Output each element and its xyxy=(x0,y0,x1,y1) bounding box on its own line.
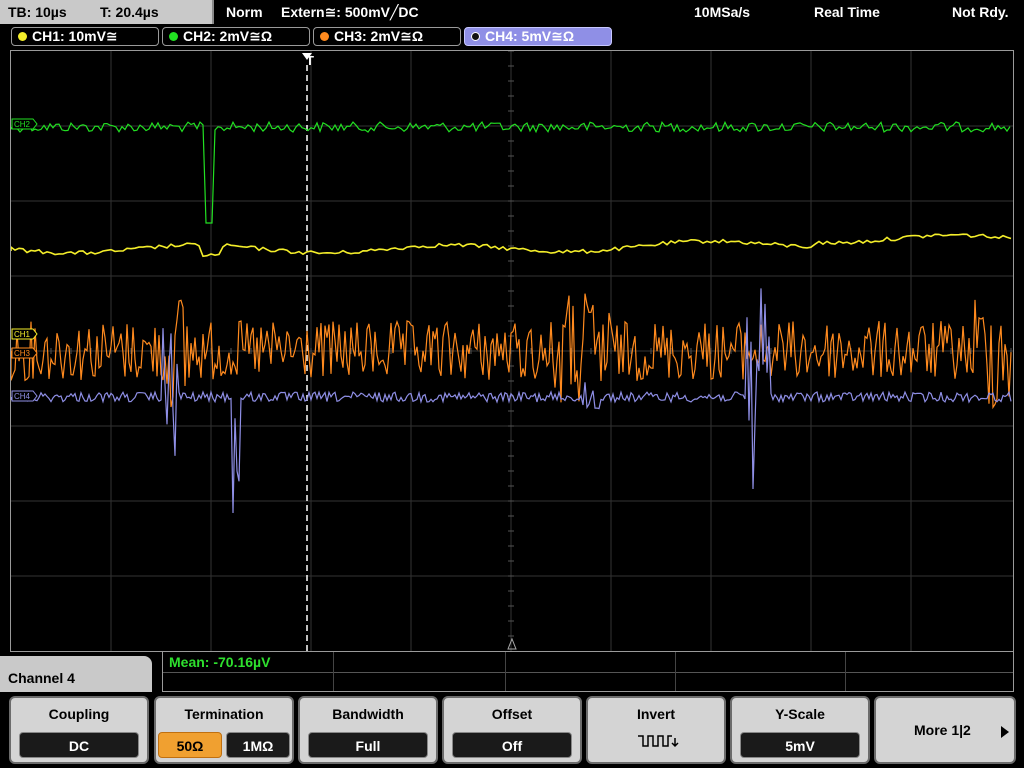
termination-softkey[interactable]: Termination 50Ω 1MΩ xyxy=(154,696,294,764)
trigger-status: Not Rdy. xyxy=(952,4,1009,20)
ch1-ground-marker[interactable]: CH1 xyxy=(11,328,38,340)
timebase-panel[interactable]: TB: 10µs T: 20.4µs xyxy=(0,0,214,24)
channel-4-label[interactable]: CH4: 5mV≅Ω xyxy=(464,27,612,46)
ch3-label-text: CH3: 2mV≅Ω xyxy=(334,28,424,44)
channel-1-label[interactable]: CH1: 10mV≅ xyxy=(11,27,159,46)
channel-2-label[interactable]: CH2: 2mV≅Ω xyxy=(162,27,310,46)
offset-label: Offset xyxy=(491,706,533,722)
graticule xyxy=(11,51,1013,651)
svg-text:CH4: CH4 xyxy=(14,392,31,401)
y-scale-softkey[interactable]: Y-Scale 5mV xyxy=(730,696,870,764)
more-softkey[interactable]: More 1|2 xyxy=(874,696,1016,764)
ch4-color-dot xyxy=(471,32,480,41)
y-scale-label: Y-Scale xyxy=(775,706,825,722)
y-scale-value: 5mV xyxy=(740,732,860,758)
invert-softkey[interactable]: Invert xyxy=(586,696,726,764)
svg-text:CH3: CH3 xyxy=(14,349,31,358)
ch4-ground-marker[interactable]: CH4 xyxy=(11,390,38,402)
waveform-display[interactable]: CH2 CH1 CH3 CH4 T xyxy=(10,50,1014,652)
ch3-color-dot xyxy=(320,32,329,41)
sample-rate: 10MSa/s xyxy=(694,4,751,20)
channel-bar: CH1: 10mV≅ CH2: 2mV≅Ω CH3: 2mV≅Ω CH4: 5m… xyxy=(0,26,1024,48)
trigger-position-marker[interactable]: T xyxy=(303,53,317,68)
offset-softkey[interactable]: Offset Off xyxy=(442,696,582,764)
bandwidth-softkey[interactable]: Bandwidth Full xyxy=(298,696,438,764)
ch2-label-text: CH2: 2mV≅Ω xyxy=(183,28,273,44)
offset-value: Off xyxy=(452,732,572,758)
acquisition-mode: Real Time xyxy=(814,4,880,20)
ch2-ground-marker[interactable]: CH2 xyxy=(11,118,38,130)
termination-1m-ohm-option[interactable]: 1MΩ xyxy=(226,732,290,758)
ch1-color-dot xyxy=(18,32,27,41)
measurement-divider xyxy=(163,672,1013,673)
bandwidth-label: Bandwidth xyxy=(332,706,404,722)
timebase-readout: TB: 10µs xyxy=(8,4,67,20)
bandwidth-value: Full xyxy=(308,732,428,758)
coupling-value: DC xyxy=(19,732,139,758)
measurement-panel: Mean: -70.16µV xyxy=(162,652,1014,692)
coupling-softkey[interactable]: Coupling DC xyxy=(9,696,149,764)
mean-measurement: Mean: -70.16µV xyxy=(169,654,271,670)
ch3-ground-marker[interactable]: CH3 xyxy=(11,347,38,359)
invert-label: Invert xyxy=(636,706,676,722)
termination-label: Termination xyxy=(184,706,264,722)
trigger-mode[interactable]: Norm xyxy=(226,0,263,24)
trigger-source[interactable]: Extern≅: 500mV╱DC xyxy=(281,0,419,24)
more-label: More 1|2 xyxy=(914,722,971,738)
horizontal-position-marker xyxy=(507,637,517,650)
invert-waveform-icon xyxy=(638,735,679,748)
status-bar: TB: 10µs T: 20.4µs Norm Extern≅: 500mV╱D… xyxy=(0,0,1024,24)
channel-3-label[interactable]: CH3: 2mV≅Ω xyxy=(313,27,461,46)
measurement-divider xyxy=(845,652,846,691)
arrow-right-icon xyxy=(1001,726,1009,738)
measurement-divider xyxy=(505,652,506,691)
ch4-label-text: CH4: 5mV≅Ω xyxy=(485,28,575,44)
ch1-label-text: CH1: 10mV≅ xyxy=(32,28,118,44)
measurement-divider xyxy=(675,652,676,691)
waveform-canvas: CH2 CH1 CH3 CH4 xyxy=(11,51,1013,651)
softkey-bar: Coupling DC Termination 50Ω 1MΩ Bandwidt… xyxy=(0,692,1024,768)
svg-text:CH1: CH1 xyxy=(14,330,31,339)
ch2-color-dot xyxy=(169,32,178,41)
coupling-label: Coupling xyxy=(48,706,110,722)
measurement-divider xyxy=(333,652,334,691)
svg-text:CH2: CH2 xyxy=(14,120,31,129)
termination-50-ohm-option[interactable]: 50Ω xyxy=(158,732,222,758)
trigger-time-readout: T: 20.4µs xyxy=(100,4,159,20)
